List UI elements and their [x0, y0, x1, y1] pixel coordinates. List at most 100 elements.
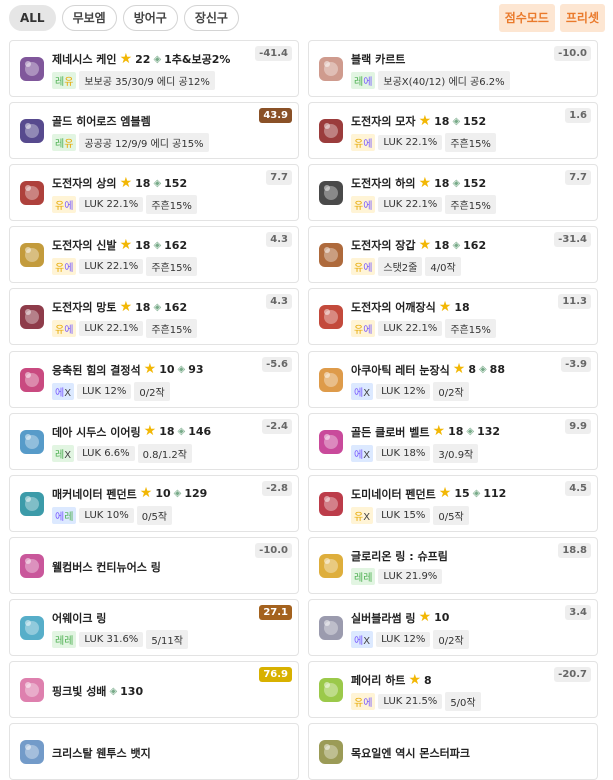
star-icon: ★ — [418, 112, 432, 129]
starforce-count: 22 — [135, 52, 151, 66]
starforce-count: 18 — [434, 176, 450, 190]
score-badge: 43.9 — [259, 108, 292, 124]
potential-grade: 에레 — [52, 506, 77, 524]
item-card[interactable]: 페어리 하트 ★ 8 유에 LUK 21.5% 5/0작 -20.7 — [308, 661, 598, 718]
item-name-row: 도미네이터 펜던트 ★ 15 ◈ 112 — [351, 486, 506, 502]
gloves-icon — [319, 243, 343, 268]
item-card[interactable]: 웰컴버스 컨티뉴어스 링 -10.0 — [9, 536, 299, 594]
potential-grade-main: 에 — [55, 387, 65, 399]
potential-grade: 레유 — [52, 72, 77, 89]
item-card[interactable]: 골든 클로버 벨트 ★ 18 ◈ 132 에X LUK 18% 3/0.9작 9.9 — [308, 412, 598, 470]
score-badge: -31.4 — [554, 232, 591, 248]
item-card[interactable]: 아쿠아틱 레터 눈장식 ★ 8 ◈ 88 에X LUK 12% 0/2작 -3.9 — [308, 350, 598, 408]
item-name-row: 골든 클로버 벨트 ★ 18 ◈ 132 — [351, 424, 500, 440]
stat-chip: 5/11작 — [146, 629, 188, 649]
potential-grade-main: 유 — [354, 139, 364, 151]
stat-chip: LUK 31.6% — [79, 631, 144, 647]
potential-grade-main: 에 — [354, 387, 364, 399]
potential-grade-additional: X — [363, 449, 371, 461]
item-card[interactable]: 도전자의 어깨장식 ★ 18 유에 LUK 22.1% 주흔15% 11.3 — [308, 288, 598, 346]
item-meta: 유에 LUK 22.1% 주흔15% — [351, 195, 496, 215]
stat-chip: 주흔15% — [146, 257, 197, 277]
tab-all[interactable]: ALL — [9, 5, 56, 31]
stat-chip: 공공공 12/9/9 에디 공15% — [79, 133, 209, 153]
item-meta: 레유 공공공 12/9/9 에디 공15% — [52, 133, 209, 153]
score-badge: -10.0 — [554, 46, 591, 61]
item-card[interactable]: 어웨이크 링 레레 LUK 31.6% 5/11작 27.1 — [9, 598, 299, 656]
score-mode-button[interactable]: 점수모드 — [498, 4, 555, 32]
flame-icon: ◈ — [153, 301, 162, 313]
score-badge: 27.1 — [259, 604, 292, 620]
score-badge: -5.6 — [262, 356, 292, 372]
ring2-icon — [319, 553, 343, 578]
starforce-count: 18 — [448, 425, 464, 439]
score-badge: -41.4 — [255, 46, 292, 61]
tab-accessory[interactable]: 장신구 — [183, 5, 239, 31]
tab-weapon[interactable]: 무보엠 — [61, 5, 117, 31]
item-card[interactable]: 도전자의 신발 ★ 18 ◈ 162 유에 LUK 22.1% 주흔15% 4.3 — [9, 226, 299, 284]
potential-grade-main: 레 — [55, 449, 65, 461]
item-name-row: 데아 시두스 이어링 ★ 18 ◈ 146 — [52, 424, 211, 440]
stat-chip: 0/2작 — [433, 629, 469, 649]
item-card[interactable]: 도전자의 장갑 ★ 18 ◈ 162 유에 스탯2줄 4/0작 -31.4 — [308, 226, 598, 284]
item-card[interactable]: 골드 히어로즈 엠블렘 레유 공공공 12/9/9 에디 공15% 43.9 — [9, 102, 299, 160]
item-card[interactable]: 목요일엔 역시 몬스터파크 — [308, 723, 598, 780]
item-meta: 레X LUK 6.6% 0.8/1.2작 — [52, 443, 192, 463]
stat-chip: 스탯2줄 — [378, 257, 423, 277]
potential-grade-main: 레 — [55, 77, 65, 88]
item-name: 도전자의 신발 — [52, 239, 117, 253]
item-card[interactable]: 도전자의 상의 ★ 18 ◈ 152 유에 LUK 22.1% 주흔15% 7.7 — [9, 164, 299, 222]
potential-grade-main: 레 — [55, 635, 65, 647]
starforce-count: 18 — [135, 238, 151, 252]
tab-armor[interactable]: 방어구 — [122, 5, 178, 31]
potential-grade-additional: 에 — [363, 698, 373, 709]
item-card[interactable]: 실버블라썸 링 ★ 10 에X LUK 12% 0/2작 3.4 — [308, 598, 598, 656]
stat-chip: LUK 15% — [376, 507, 431, 523]
item-card[interactable]: 제네시스 케인 ★ 22 ◈ 1추&보공2% 레유 보보공 35/30/9 에디 공12% -… — [9, 40, 299, 97]
flame-icon: ◈ — [153, 53, 162, 65]
item-card[interactable]: 도전자의 망토 ★ 18 ◈ 162 유에 LUK 22.1% 주흔15% 4.3 — [9, 288, 299, 346]
item-name-row: 도전자의 장갑 ★ 18 ◈ 162 — [351, 237, 486, 253]
item-name: 도전자의 망토 — [52, 301, 117, 315]
score-badge: 7.7 — [266, 170, 292, 186]
potential-grade-additional: X — [64, 387, 72, 399]
starforce-count: 8 — [468, 363, 476, 376]
item-meta: 레유 보보공 35/30/9 에디 공12% — [52, 71, 215, 90]
item-card[interactable]: 도전자의 모자 ★ 18 ◈ 152 유에 LUK 22.1% 주흔15% 1.6 — [308, 102, 598, 160]
item-name-row: 도전자의 어깨장식 ★ 18 — [351, 299, 470, 315]
item-card[interactable]: 글로리온 링 : 슈프림 레레 LUK 21.9% 18.8 — [308, 536, 598, 594]
stat-chip: LUK 10% — [79, 507, 134, 523]
bonus-stat: 162 — [164, 300, 188, 314]
stat-chip: 3/0.9작 — [433, 443, 479, 463]
stat-chip: 주흔15% — [146, 195, 197, 215]
starforce-count: 8 — [424, 673, 432, 687]
top-icon — [20, 181, 44, 206]
potential-grade: 레레 — [351, 567, 376, 585]
item-name: 도미네이터 펜던트 — [351, 487, 436, 501]
preset-button[interactable]: 프리셋 — [559, 4, 605, 32]
belt-icon — [319, 429, 343, 454]
starforce-count: 10 — [434, 611, 450, 625]
item-card[interactable]: 도미네이터 펜던트 ★ 15 ◈ 112 유X LUK 15% 0/5작 4.5 — [308, 474, 598, 532]
potential-grade-additional: X — [363, 387, 371, 399]
item-card[interactable]: 도전자의 하의 ★ 18 ◈ 152 유에 LUK 22.1% 주흔15% 7.7 — [308, 164, 598, 222]
star-icon: ★ — [438, 298, 452, 315]
stat-chip: 5/0작 — [445, 692, 481, 711]
item-card[interactable]: 매커네이터 펜던트 ★ 10 ◈ 129 에레 LUK 10% 0/5작 -2.8 — [9, 474, 299, 532]
score-badge: 18.8 — [558, 542, 591, 558]
item-name: 목요일엔 역시 몬스터파크 — [351, 747, 470, 761]
potential-grade-additional: 유 — [64, 77, 74, 88]
chalice-icon — [20, 678, 44, 702]
item-card[interactable]: 응축된 힘의 결정석 ★ 10 ◈ 93 에X LUK 12% 0/2작 -5.6 — [9, 350, 299, 408]
item-card[interactable]: 크리스탈 웬투스 뱃지 — [9, 723, 299, 780]
item-name-row: 글로리온 링 : 슈프림 — [351, 548, 448, 564]
potential-grade-additional: X — [363, 635, 371, 647]
item-card[interactable]: 핑크빛 성배 ◈ 130 76.9 — [9, 661, 299, 718]
item-meta: 에레 LUK 10% 0/5작 — [52, 505, 173, 525]
item-card[interactable]: 블랙 카르트 레에 보공X(40/12) 에디 공6.2% -10.0 — [308, 40, 598, 97]
score-badge: 11.3 — [558, 294, 591, 310]
hat-icon — [319, 119, 343, 144]
starforce-count: 18 — [434, 114, 450, 128]
potential-grade-additional: 레 — [64, 635, 74, 647]
item-card[interactable]: 데아 시두스 이어링 ★ 18 ◈ 146 레X LUK 6.6% 0.8/1.2작 -2.4 — [9, 412, 299, 470]
